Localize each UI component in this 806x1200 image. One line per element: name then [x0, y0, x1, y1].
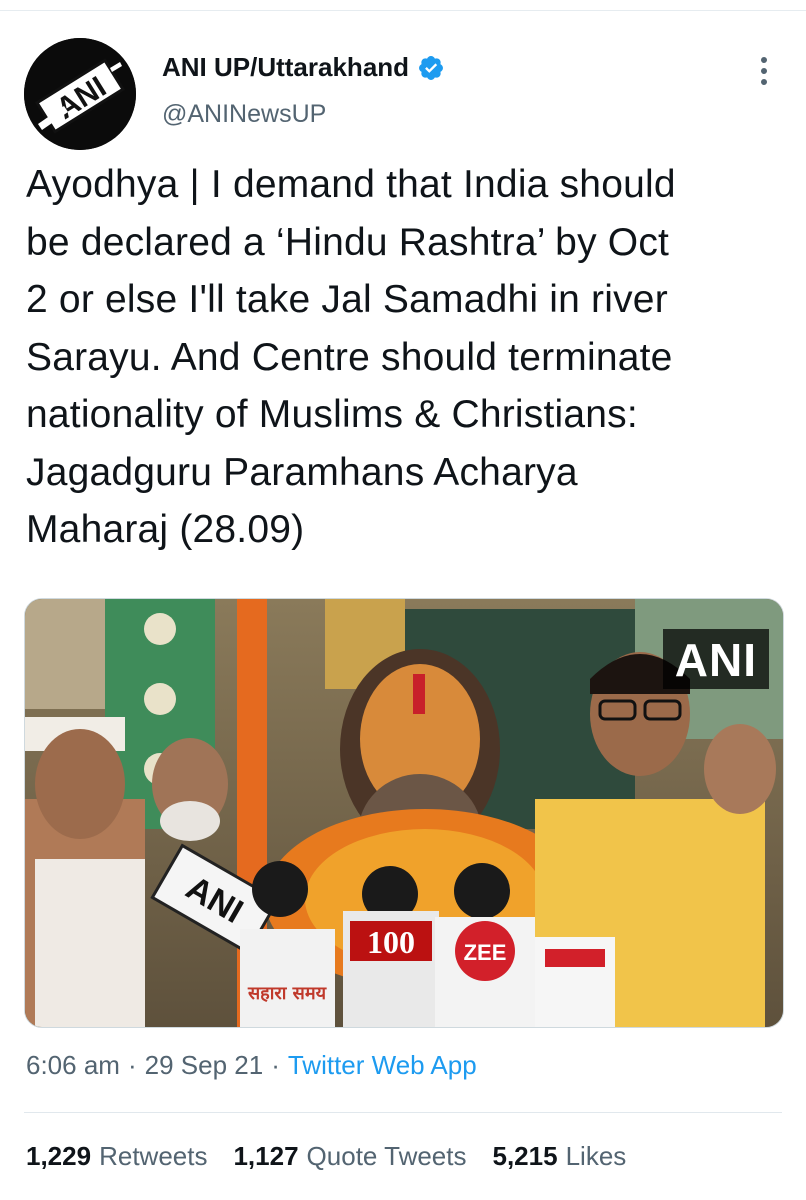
verified-badge-icon — [417, 54, 445, 82]
meta-separator: · — [271, 1050, 280, 1080]
mic-label-zee: ZEE — [464, 940, 507, 965]
tweet-date[interactable]: 29 Sep 21 — [145, 1050, 264, 1081]
tweet-stats: 1,229 Retweets 1,127 Quote Tweets 5,215 Lik… — [26, 1141, 652, 1172]
divider — [24, 1112, 782, 1113]
retweets-stat[interactable]: 1,229 Retweets — [26, 1141, 207, 1172]
author-handle[interactable]: @ANINewsUP — [162, 100, 326, 129]
likes-stat[interactable]: 5,215 Likes — [493, 1141, 627, 1172]
mic-label-100: 100 — [367, 924, 415, 960]
ani-logo-icon: ANI — [24, 38, 136, 150]
author-display-name[interactable]: ANI UP/Uttarakhand — [162, 52, 409, 83]
tweet-time[interactable]: 6:06 am — [26, 1050, 120, 1081]
retweets-count: 1,229 — [26, 1141, 92, 1171]
quote-tweets-label: Quote Tweets — [306, 1141, 467, 1171]
author-avatar[interactable]: ANI — [24, 38, 136, 150]
retweets-label: Retweets — [99, 1141, 208, 1171]
quote-tweets-stat[interactable]: 1,127 Quote Tweets — [233, 1141, 466, 1172]
meta-separator: · — [127, 1050, 137, 1080]
top-rule — [0, 0, 806, 11]
likes-label: Likes — [565, 1141, 627, 1171]
quote-tweets-count: 1,127 — [233, 1141, 299, 1171]
tweet-text: Ayodhya | I demand that India should be … — [26, 163, 676, 551]
tweet-meta: 6:06 am · 29 Sep 21 · Twitter Web App — [26, 1050, 477, 1081]
likes-count: 5,215 — [492, 1141, 558, 1171]
media-watermark: ANI — [662, 629, 769, 689]
author-name-row[interactable]: ANI UP/Uttarakhand — [162, 52, 445, 83]
more-options-icon[interactable] — [752, 54, 776, 88]
tweet-photo[interactable]: ANI सहारा समय 100 ZEE ANI — [24, 598, 784, 1028]
mic-label-sahara: सहारा समय — [247, 983, 328, 1004]
tweet-source-link[interactable]: Twitter Web App — [288, 1050, 477, 1081]
